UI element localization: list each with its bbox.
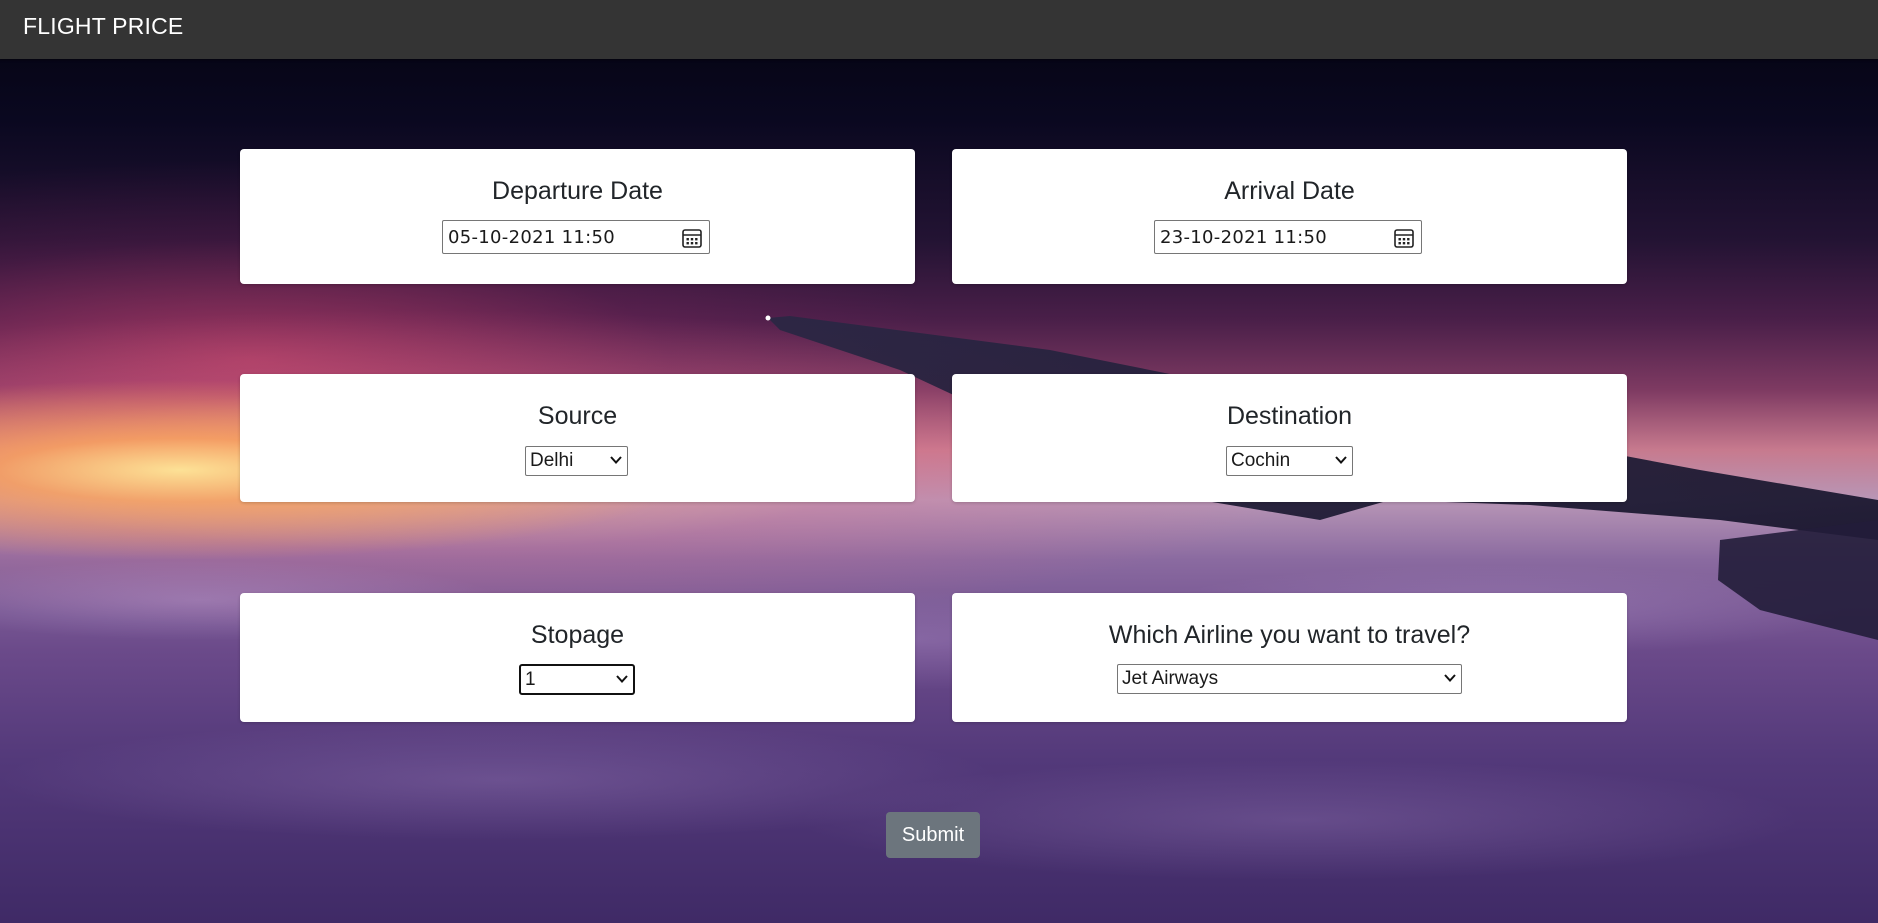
chevron-down-icon (616, 675, 628, 683)
source-label: Source (537, 402, 618, 430)
airline-select[interactable]: Jet Airways (1117, 664, 1462, 694)
arrival-date-input[interactable]: 23-10-2021 11:50 (1154, 220, 1422, 254)
airline-card: Which Airline you want to travel? Jet Ai… (952, 593, 1627, 722)
stopage-label: Stopage (530, 621, 625, 649)
destination-selected-value: Cochin (1231, 450, 1291, 471)
chevron-down-icon (1444, 674, 1456, 682)
submit-button[interactable]: Submit (886, 812, 980, 858)
stopage-card: Stopage 1 (240, 593, 915, 722)
airline-selected-value: Jet Airways (1122, 668, 1219, 689)
chevron-down-icon (1335, 456, 1347, 464)
destination-select[interactable]: Cochin (1226, 446, 1353, 476)
calendar-icon[interactable] (681, 227, 703, 249)
source-select[interactable]: Delhi (525, 446, 628, 476)
source-selected-value: Delhi (530, 450, 574, 471)
departure-date-value: 05-10-2021 11:50 (448, 227, 616, 248)
destination-card: Destination Cochin (952, 374, 1627, 502)
airline-label: Which Airline you want to travel? (1108, 621, 1471, 649)
chevron-down-icon (610, 456, 622, 464)
source-card: Source Delhi (240, 374, 915, 502)
departure-date-label: Departure Date (492, 177, 663, 205)
navbar: FLIGHT PRICE (0, 0, 1878, 59)
calendar-icon[interactable] (1393, 227, 1415, 249)
stopage-select[interactable]: 1 (519, 664, 635, 695)
arrival-date-value: 23-10-2021 11:50 (1160, 227, 1328, 248)
departure-date-card: Departure Date 05-10-2021 11:50 (240, 149, 915, 284)
departure-date-input[interactable]: 05-10-2021 11:50 (442, 220, 710, 254)
brand-title[interactable]: FLIGHT PRICE (23, 13, 183, 40)
arrival-date-label: Arrival Date (1224, 177, 1355, 205)
arrival-date-card: Arrival Date 23-10-2021 11:50 (952, 149, 1627, 284)
destination-label: Destination (1226, 402, 1353, 430)
stopage-selected-value: 1 (525, 669, 536, 690)
